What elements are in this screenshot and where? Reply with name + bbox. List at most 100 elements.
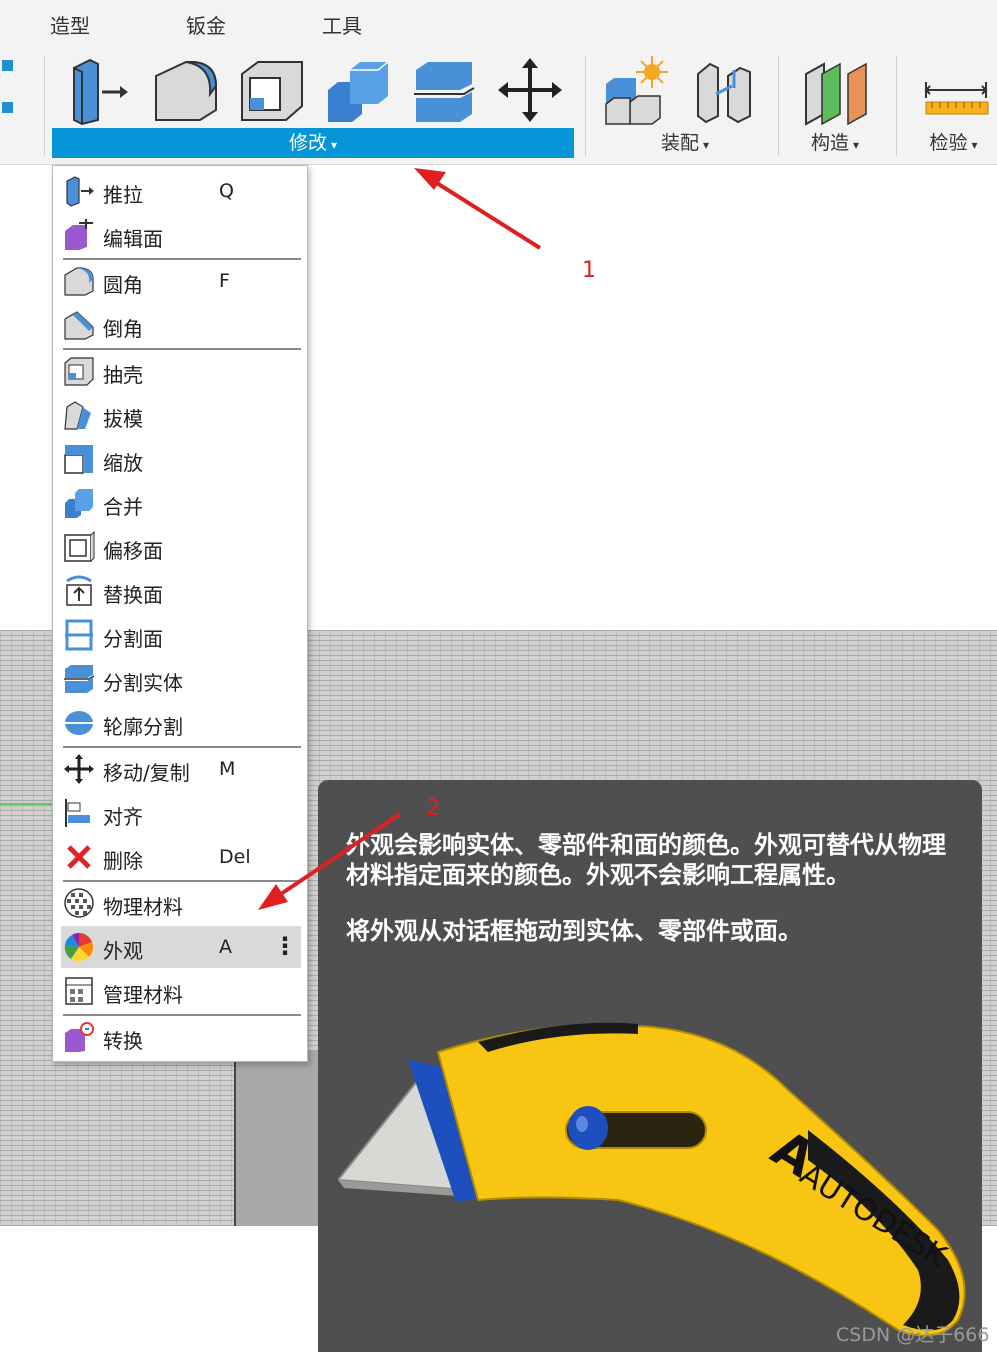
annotation-label-2: 2 — [426, 796, 440, 821]
replace-face-icon — [63, 575, 95, 607]
menu-item-label: 推拉 — [103, 183, 143, 207]
split-body-icon — [63, 663, 95, 695]
inspect-menu-button[interactable]: 检验 ▾ — [910, 128, 997, 158]
menu-item-label: 分割实体 — [103, 671, 183, 695]
chamfer-icon — [63, 309, 95, 341]
menu-item-edit-face[interactable]: 编辑面 — [61, 214, 301, 256]
modify-label: 修改 — [288, 132, 327, 154]
assemble-label: 装配 — [660, 132, 699, 154]
tab-tools[interactable]: 工具 — [322, 10, 362, 39]
more-options-icon[interactable]: ⋮ — [273, 932, 297, 960]
menu-item-label: 轮廓分割 — [103, 715, 183, 739]
menu-item-split-body[interactable]: 分割实体 — [61, 658, 301, 700]
physical-material-icon — [63, 887, 95, 919]
menu-item-scale[interactable]: 缩放 — [61, 438, 301, 480]
menu-item-manage-materials[interactable]: 管理材料 — [61, 970, 301, 1012]
split-body-tool-icon[interactable] — [408, 54, 480, 126]
menu-item-replace-face[interactable]: 替换面 — [61, 570, 301, 612]
menu-item-shell[interactable]: 抽壳 — [61, 350, 301, 392]
delete-icon — [63, 841, 95, 873]
menu-item-press-pull[interactable]: 推拉 Q — [61, 170, 301, 212]
combine-tool-icon[interactable] — [322, 54, 394, 126]
scale-icon — [63, 443, 95, 475]
menu-item-physical-material[interactable]: 物理材料 — [61, 882, 301, 924]
caret-down-icon: ▾ — [330, 138, 338, 152]
appearance-icon — [63, 931, 95, 963]
shell-icon — [63, 355, 95, 387]
shortcut-key: A — [219, 936, 232, 958]
construct-menu-button[interactable]: 构造 ▾ — [790, 128, 880, 158]
menu-item-label: 物理材料 — [103, 895, 183, 919]
menu-item-label: 管理材料 — [103, 983, 183, 1007]
move-tool-icon[interactable] — [494, 54, 566, 126]
modify-dropdown-menu: 推拉 Q 编辑面 圆角 F 倒角 抽壳 拔模 缩放 合并 偏移面 替换面 分割面… — [52, 165, 308, 1062]
measure-tool-icon[interactable] — [920, 54, 992, 126]
tooltip-description: 外观会影响实体、零部件和面的颜色。外观可替代从物理材料指定面来的颜色。外观不会影… — [346, 831, 946, 889]
ribbon-divider — [585, 56, 586, 156]
menu-item-combine[interactable]: 合并 — [61, 482, 301, 524]
menu-item-silhouette-split[interactable]: 轮廓分割 — [61, 702, 301, 744]
align-icon — [63, 797, 95, 829]
menu-item-convert[interactable]: 转换 — [61, 1016, 301, 1058]
menu-item-label: 替换面 — [103, 583, 163, 607]
menu-item-label: 偏移面 — [103, 539, 163, 563]
assemble-menu-button[interactable]: 装配 ▾ — [600, 128, 770, 158]
new-component-tool-icon[interactable] — [600, 54, 672, 126]
toolbar-ribbon: 修改 ▾ 装配 ▾ 构造 ▾ 检验 ▾ — [0, 44, 997, 165]
csdn-watermark: CSDN @达子666 — [836, 1324, 990, 1346]
fillet-icon — [63, 265, 95, 297]
ribbon-divider — [44, 56, 45, 156]
draft-icon — [63, 399, 95, 431]
shortcut-key: F — [219, 270, 230, 292]
menu-item-appearance[interactable]: 外观 A ⋮ — [61, 926, 301, 968]
ribbon-divider — [778, 56, 779, 156]
menu-item-label: 抽壳 — [103, 363, 143, 387]
menu-item-label: 圆角 — [103, 273, 143, 297]
menu-item-delete[interactable]: 删除 Del — [61, 836, 301, 878]
fillet-tool-icon[interactable] — [150, 54, 222, 126]
split-face-icon — [63, 619, 95, 651]
appearance-tooltip: 外观会影响实体、零部件和面的颜色。外观可替代从物理材料指定面来的颜色。外观不会影… — [318, 780, 982, 1352]
shortcut-key: Q — [219, 180, 234, 202]
menu-item-label: 拔模 — [103, 407, 143, 431]
menu-item-label: 分割面 — [103, 627, 163, 651]
offset-face-icon — [63, 530, 95, 563]
shortcut-key: M — [219, 758, 236, 780]
manage-materials-icon — [63, 975, 95, 1007]
utility-knife-illustration: A AUTODESK — [336, 1020, 978, 1345]
convert-icon — [63, 1021, 95, 1053]
tab-solid[interactable]: 造型 — [50, 10, 90, 39]
menu-item-label: 倒角 — [103, 317, 143, 341]
menu-item-label: 缩放 — [103, 451, 143, 475]
press-pull-tool-icon[interactable] — [62, 54, 134, 126]
offset-plane-tool-icon[interactable] — [800, 54, 872, 126]
menu-item-label: 对齐 — [103, 805, 143, 829]
menu-item-draft[interactable]: 拔模 — [61, 394, 301, 436]
edit-face-icon — [63, 219, 95, 251]
joint-tool-icon[interactable] — [688, 54, 760, 126]
menu-item-label: 转换 — [103, 1029, 143, 1053]
tab-sheet-metal[interactable]: 钣金 — [186, 10, 226, 39]
workspace-tabs: 造型 钣金 工具 — [0, 0, 997, 44]
menu-item-move-copy[interactable]: 移动/复制 M — [61, 748, 301, 790]
menu-item-split-face[interactable]: 分割面 — [61, 614, 301, 656]
silhouette-split-icon — [63, 707, 95, 739]
combine-icon — [63, 487, 95, 519]
modify-menu-button[interactable]: 修改 ▾ — [52, 128, 574, 158]
shell-tool-icon[interactable] — [236, 54, 308, 126]
green-axis-line — [0, 803, 60, 805]
move-copy-icon — [63, 753, 95, 785]
menu-item-label: 移动/复制 — [103, 761, 190, 785]
menu-item-fillet[interactable]: 圆角 F — [61, 260, 301, 302]
tooltip-instruction: 将外观从对话框拖动到实体、零部件或面。 — [346, 917, 802, 945]
ribbon-divider — [896, 56, 897, 156]
caret-down-icon: ▾ — [702, 138, 710, 152]
model-body[interactable] — [234, 1050, 324, 1254]
menu-item-offset-face[interactable]: 偏移面 — [61, 526, 301, 568]
menu-item-label: 删除 — [103, 849, 143, 873]
caret-down-icon: ▾ — [852, 138, 860, 152]
menu-item-align[interactable]: 对齐 — [61, 792, 301, 834]
menu-item-chamfer[interactable]: 倒角 — [61, 304, 301, 346]
shortcut-key: Del — [219, 846, 251, 868]
construct-label: 构造 — [810, 132, 849, 154]
